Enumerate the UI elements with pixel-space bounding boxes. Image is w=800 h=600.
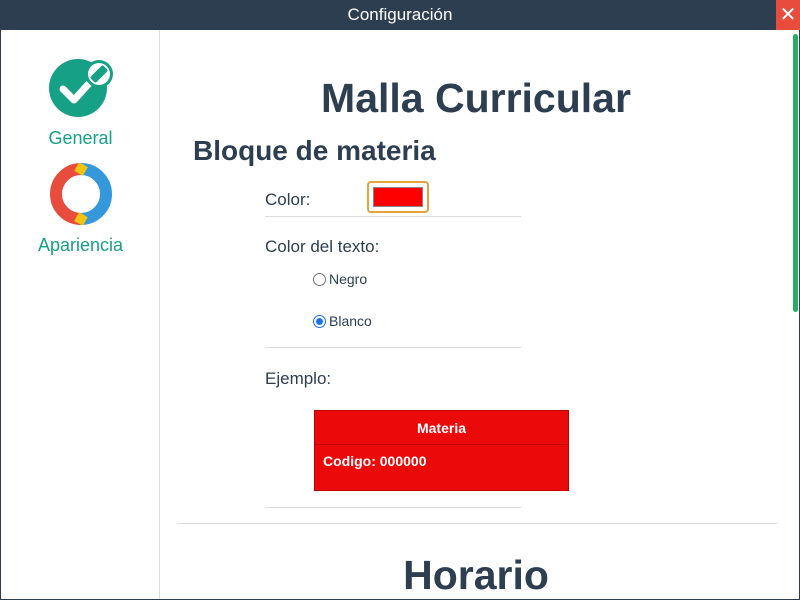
settings-window: General Apariencia Malla Curricular Bloq… bbox=[1, 30, 799, 599]
sidebar-item-label: Apariencia bbox=[37, 235, 124, 255]
color-label: Color: bbox=[265, 190, 311, 209]
main-content: Malla Curricular Bloque de materia Color… bbox=[161, 30, 791, 599]
window-title: Configuración bbox=[347, 5, 453, 24]
check-pencil-icon bbox=[48, 59, 113, 117]
scrollbar[interactable] bbox=[793, 34, 798, 312]
sidebar-item-apariencia[interactable]: Apariencia bbox=[1, 163, 160, 256]
next-section-title: Horario bbox=[403, 552, 549, 598]
example-label: Ejemplo: bbox=[265, 369, 332, 388]
sidebar-item-general[interactable]: General bbox=[1, 58, 160, 149]
radio-label: Blanco bbox=[329, 313, 372, 329]
radio-blanco[interactable]: Blanco bbox=[313, 313, 372, 329]
text-color-label: Color del texto: bbox=[265, 237, 380, 256]
radio-negro[interactable]: Negro bbox=[313, 271, 367, 287]
divider bbox=[265, 507, 521, 508]
sidebar-item-label: General bbox=[48, 128, 113, 148]
example-block-header: Materia bbox=[315, 411, 568, 445]
radio-button[interactable] bbox=[313, 272, 326, 286]
title-bar: Configuración ✕ bbox=[0, 0, 800, 30]
divider bbox=[265, 347, 521, 348]
radio-button-checked[interactable] bbox=[313, 314, 326, 328]
section-title: Bloque de materia bbox=[193, 135, 436, 166]
example-block-code: Codigo: 000000 bbox=[323, 453, 427, 469]
sidebar: General Apariencia bbox=[1, 30, 160, 599]
section-divider bbox=[177, 523, 777, 524]
radio-label: Negro bbox=[329, 271, 368, 287]
color-ring-icon bbox=[49, 163, 112, 225]
example-subject-block: Materia Codigo: 000000 bbox=[314, 410, 569, 491]
divider bbox=[265, 216, 521, 217]
page-title: Malla Curricular bbox=[321, 75, 631, 121]
color-swatch bbox=[373, 187, 423, 207]
color-picker-button[interactable] bbox=[367, 181, 429, 213]
close-button[interactable]: ✕ bbox=[776, 0, 800, 30]
